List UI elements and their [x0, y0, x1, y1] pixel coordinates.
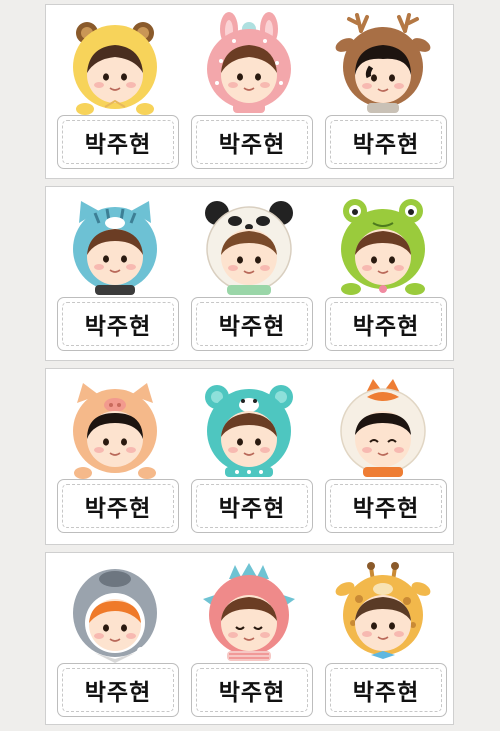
name-tag: 박주현 [191, 663, 313, 717]
name-tag: 박주현 [325, 479, 447, 533]
blue-tiger-hood-icon [73, 201, 157, 295]
name-tag: 박주현 [191, 297, 313, 351]
name-tag: 박주현 [325, 115, 447, 169]
sticker: 박주현 [49, 369, 181, 544]
teal-bear-hood-icon [205, 385, 293, 477]
sticker: 박주현 [183, 369, 315, 544]
yellow-bear-hood-icon [73, 22, 157, 115]
sticker-sheet-3: 박주현 박주현 박주현 [45, 368, 454, 545]
sticker-sheet-2: 박주현 박주현 박주현 [45, 186, 454, 361]
name-tag: 박주현 [325, 297, 447, 351]
pink-bunny-hood-icon [207, 12, 291, 113]
pig-hood-icon [73, 383, 157, 479]
brown-deer-hood-icon [335, 13, 431, 113]
sticker: 박주현 [183, 5, 315, 178]
name-tag: 박주현 [325, 663, 447, 717]
name-label: 박주현 [218, 132, 286, 158]
name-label: 박주현 [84, 496, 152, 522]
pink-dinosaur-hood-icon [203, 563, 295, 661]
name-tag: 박주현 [57, 115, 179, 169]
name-label: 박주현 [352, 680, 420, 706]
sticker: 박주현 [49, 5, 181, 178]
penguin-hood-icon [73, 569, 157, 663]
name-tag: 박주현 [191, 479, 313, 533]
sticker: 박주현 [49, 553, 181, 724]
name-tag: 박주현 [57, 479, 179, 533]
sticker: 박주현 [317, 5, 449, 178]
name-label: 박주현 [352, 314, 420, 340]
panda-hood-icon [205, 201, 293, 295]
name-tag: 박주현 [57, 663, 179, 717]
name-label: 박주현 [84, 680, 152, 706]
name-label: 박주현 [352, 132, 420, 158]
sticker: 박주현 [317, 187, 449, 360]
sticker: 박주현 [317, 553, 449, 724]
name-label: 박주현 [218, 680, 286, 706]
name-label: 박주현 [218, 496, 286, 522]
name-label: 박주현 [218, 314, 286, 340]
sticker-sheet-4: 박주현 박주현 박주현 [45, 552, 454, 725]
giraffe-hood-icon [335, 562, 431, 659]
name-tag: 박주현 [57, 297, 179, 351]
sticker: 박주현 [183, 553, 315, 724]
name-label: 박주현 [84, 314, 152, 340]
sticker-sheet-1: 박주현 박주현 박주현 [45, 4, 454, 179]
green-frog-hood-icon [341, 199, 425, 295]
name-tag: 박주현 [191, 115, 313, 169]
name-label: 박주현 [352, 496, 420, 522]
sticker: 박주현 [183, 187, 315, 360]
fox-hood-icon [340, 379, 426, 477]
name-label: 박주현 [84, 132, 152, 158]
sticker: 박주현 [317, 369, 449, 544]
sticker: 박주현 [49, 187, 181, 360]
